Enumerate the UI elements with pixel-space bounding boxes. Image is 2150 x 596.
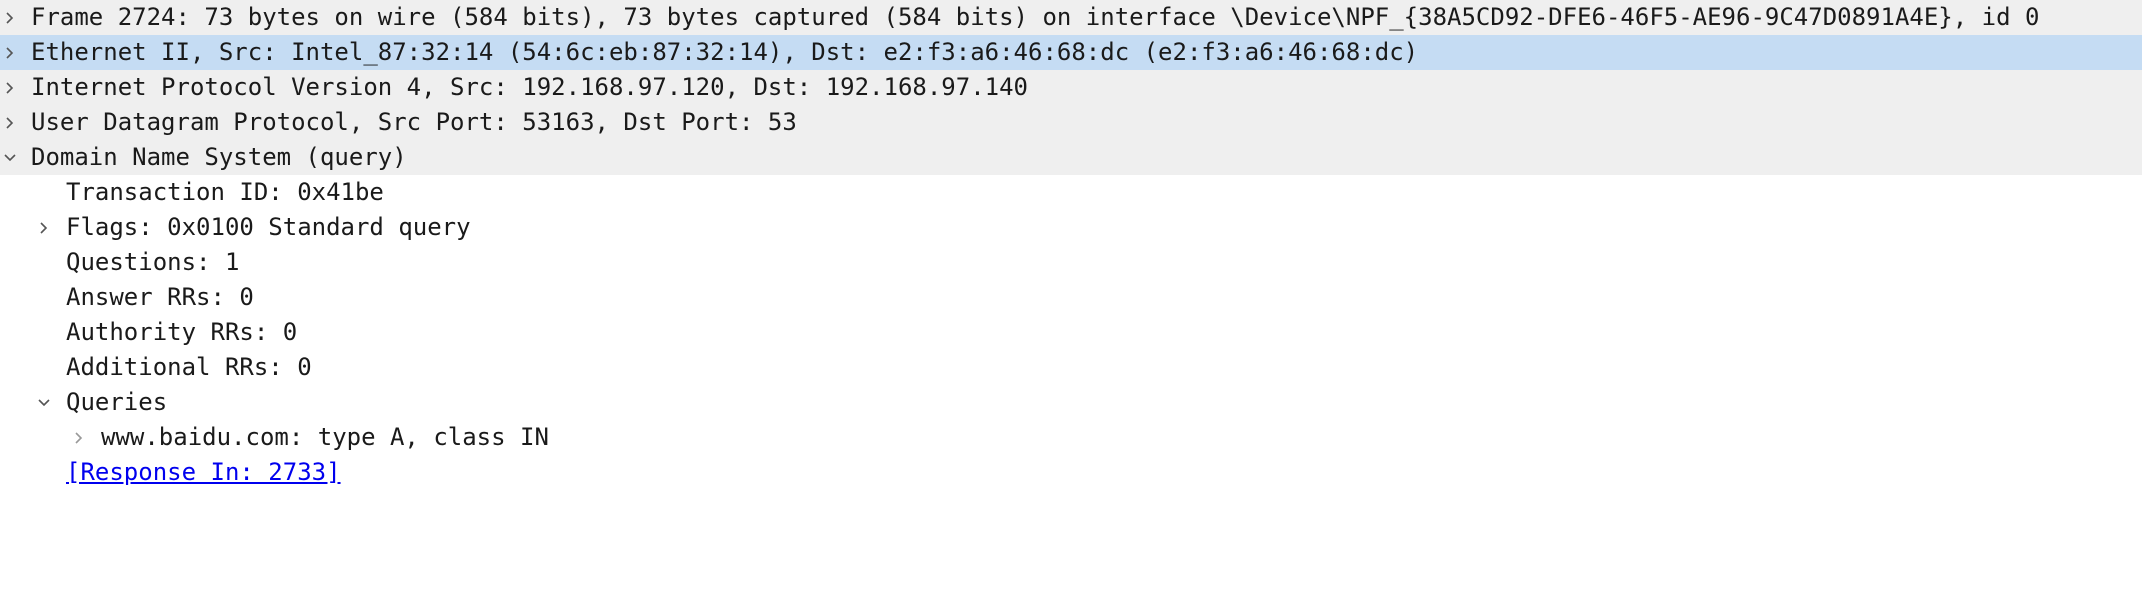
tree-row-flags[interactable]: Flags: 0x0100 Standard query — [0, 210, 2142, 245]
tree-row-label: www.baidu.com: type A, class IN — [101, 423, 549, 451]
chevron-down-icon[interactable] — [34, 385, 54, 420]
chevron-right-icon[interactable] — [0, 70, 20, 105]
tree-row-response-in[interactable]: [Response In: 2733] — [0, 455, 2142, 490]
tree-row-label: Authority RRs: 0 — [66, 318, 298, 346]
tree-row-authority-rrs[interactable]: Authority RRs: 0 — [0, 315, 2142, 350]
chevron-down-icon[interactable] — [0, 140, 20, 175]
tree-row-additional-rrs[interactable]: Additional RRs: 0 — [0, 350, 2142, 385]
tree-row-frame[interactable]: Frame 2724: 73 bytes on wire (584 bits),… — [0, 0, 2142, 35]
chevron-right-icon[interactable] — [0, 35, 20, 70]
tree-row-label: User Datagram Protocol, Src Port: 53163,… — [31, 108, 797, 136]
chevron-right-icon[interactable] — [69, 420, 89, 455]
tree-row-udp[interactable]: User Datagram Protocol, Src Port: 53163,… — [0, 105, 2142, 140]
tree-row-label: Flags: 0x0100 Standard query — [66, 213, 471, 241]
tree-row-label: Domain Name System (query) — [31, 143, 407, 171]
tree-row-answer-rrs[interactable]: Answer RRs: 0 — [0, 280, 2142, 315]
tree-row-ethernet[interactable]: Ethernet II, Src: Intel_87:32:14 (54:6c:… — [0, 35, 2142, 70]
tree-row-dns[interactable]: Domain Name System (query) — [0, 140, 2142, 175]
tree-row-queries[interactable]: Queries — [0, 385, 2142, 420]
tree-row-questions[interactable]: Questions: 1 — [0, 245, 2142, 280]
tree-row-label: Queries — [66, 388, 168, 416]
tree-row-label: Frame 2724: 73 bytes on wire (584 bits),… — [31, 3, 2040, 31]
tree-row-label: Additional RRs: 0 — [66, 353, 312, 381]
tree-row-label: Transaction ID: 0x41be — [66, 178, 384, 206]
tree-row-label: Internet Protocol Version 4, Src: 192.16… — [31, 73, 1028, 101]
packet-details-tree: Frame 2724: 73 bytes on wire (584 bits),… — [0, 0, 2150, 596]
chevron-right-icon[interactable] — [0, 105, 20, 140]
tree-row-label: Ethernet II, Src: Intel_87:32:14 (54:6c:… — [31, 38, 1419, 66]
tree-row-query-entry[interactable]: www.baidu.com: type A, class IN — [0, 420, 2142, 455]
chevron-right-icon[interactable] — [34, 210, 54, 245]
chevron-right-icon[interactable] — [0, 0, 20, 35]
tree-row-label: Answer RRs: 0 — [66, 283, 254, 311]
response-in-link[interactable]: [Response In: 2733] — [66, 455, 341, 490]
tree-row-label: Questions: 1 — [66, 248, 240, 276]
tree-row-ipv4[interactable]: Internet Protocol Version 4, Src: 192.16… — [0, 70, 2142, 105]
tree-row-transaction-id[interactable]: Transaction ID: 0x41be — [0, 175, 2142, 210]
